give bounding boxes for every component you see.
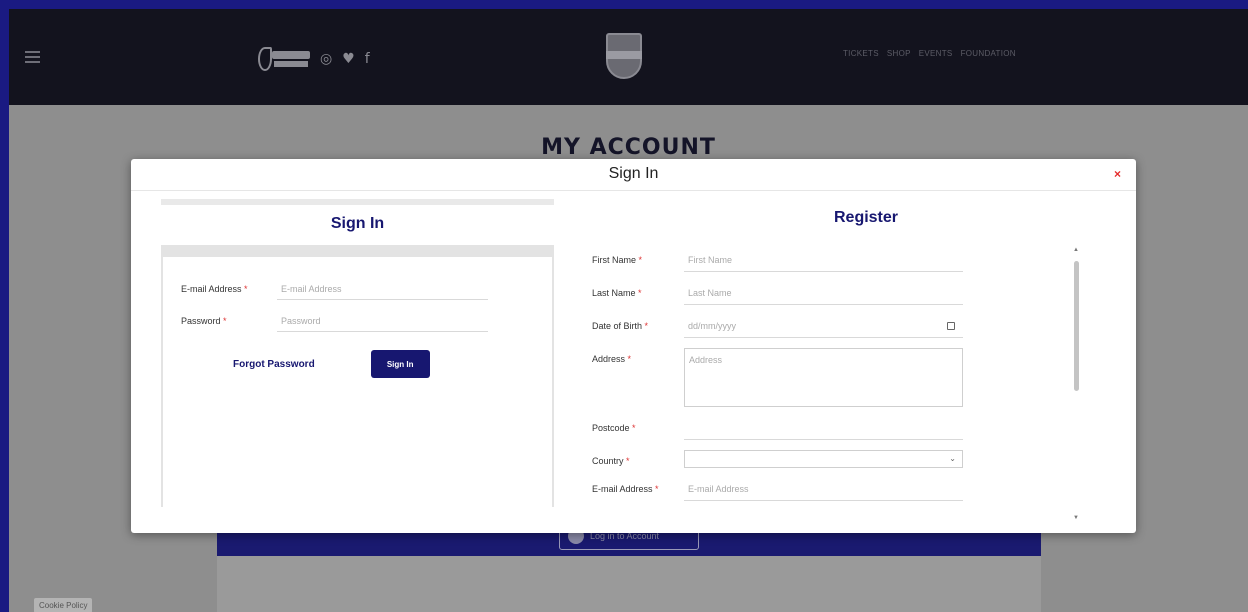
divider [161, 199, 554, 205]
register-column: Register First Name * Last Name * Date o… [581, 199, 1081, 511]
dob-wrapper [684, 315, 963, 338]
instagram-icon[interactable]: ◎ [320, 51, 332, 67]
register-form: First Name * Last Name * Date of Birth *… [581, 249, 1081, 501]
scroll-down-arrow-icon[interactable]: ▼ [1073, 515, 1079, 521]
nav-item-foundation[interactable]: FOUNDATION [961, 49, 1016, 58]
top-nav: TICKETS SHOP EVENTS FOUNDATION [843, 49, 1016, 58]
address-row: Address * [592, 348, 1081, 407]
email-row: E-mail Address * [181, 273, 534, 305]
last-name-field[interactable] [684, 282, 963, 305]
country-label: Country * [592, 456, 630, 466]
register-email-field[interactable] [684, 478, 963, 501]
facebook-icon[interactable]: f [365, 51, 370, 67]
scroll-up-arrow-icon[interactable]: ▲ [1073, 247, 1079, 253]
twitter-icon[interactable]: ♥ [342, 51, 355, 67]
password-row: Password * [181, 305, 534, 337]
sign-in-actions: Forgot Password Sign In [181, 350, 534, 378]
menu-icon[interactable] [25, 51, 40, 63]
first-name-label: First Name * [592, 255, 643, 265]
calendar-icon[interactable] [947, 322, 955, 330]
dob-row: Date of Birth * [592, 315, 1081, 338]
password-label: Password * [181, 316, 227, 326]
nav-item-events[interactable]: EVENTS [919, 49, 953, 58]
email-label: E-mail Address * [181, 284, 248, 294]
postcode-label: Postcode * [592, 423, 636, 433]
league-logo[interactable] [258, 45, 310, 73]
address-field[interactable] [684, 348, 963, 407]
site-header: ◎ ♥ f TICKETS SHOP EVENTS FOUNDATION [9, 9, 1248, 105]
password-field[interactable] [277, 310, 488, 332]
email-field[interactable] [277, 278, 488, 300]
register-email-label: E-mail Address * [592, 484, 659, 494]
last-name-label: Last Name * [592, 288, 642, 298]
account-content-box [217, 556, 1041, 612]
forgot-password-link[interactable]: Forgot Password [233, 359, 315, 370]
dob-label: Date of Birth * [592, 321, 649, 331]
scrollbar-thumb[interactable] [1074, 261, 1079, 391]
postcode-field[interactable] [684, 417, 963, 440]
sign-in-column: Sign In E-mail Address * Password * Forg… [161, 199, 554, 507]
modal-title: Sign In [608, 165, 659, 182]
modal-header: Sign In × [131, 159, 1136, 191]
country-row: Country * ⌄ [592, 450, 1081, 468]
last-name-row: Last Name * [592, 282, 1081, 305]
nav-item-tickets[interactable]: TICKETS [843, 49, 879, 58]
sign-in-modal: Sign In × Sign In E-mail Address * Passw… [131, 159, 1136, 533]
dob-field[interactable] [684, 315, 963, 338]
postcode-row: Postcode * [592, 417, 1081, 440]
country-select[interactable]: ⌄ [684, 450, 963, 468]
modal-scrollbar[interactable]: ▲ ▼ [1071, 247, 1081, 527]
sign-in-heading: Sign In [330, 215, 385, 232]
register-heading: Register [833, 209, 899, 226]
cookie-policy-button[interactable]: Cookie Policy [34, 598, 93, 612]
first-name-row: First Name * [592, 249, 1081, 272]
register-email-row: E-mail Address * [592, 478, 1081, 501]
header-left-group: ◎ ♥ f [258, 45, 370, 73]
nav-item-shop[interactable]: SHOP [887, 49, 911, 58]
close-icon[interactable]: × [1114, 167, 1121, 181]
chevron-down-icon: ⌄ [949, 454, 956, 463]
sign-in-button[interactable]: Sign In [370, 350, 430, 378]
club-crest-logo[interactable] [606, 33, 642, 79]
address-label: Address * [592, 354, 632, 364]
sign-in-panel: E-mail Address * Password * Forgot Passw… [161, 245, 554, 507]
page-title: MY ACCOUNT [541, 135, 716, 160]
first-name-field[interactable] [684, 249, 963, 272]
